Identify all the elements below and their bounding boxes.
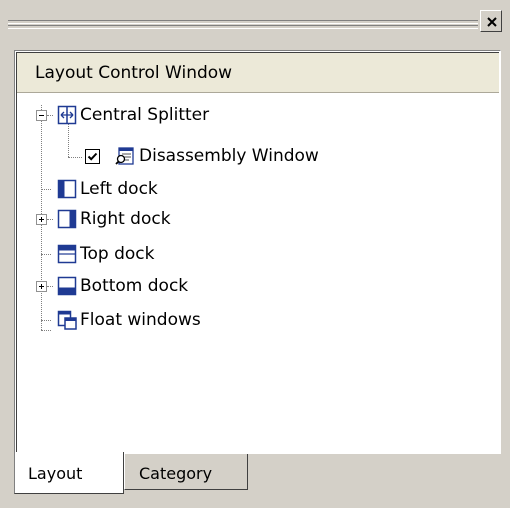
- tree-item-top-dock[interactable]: Top dock: [80, 244, 154, 264]
- bottom-dock-expander[interactable]: [36, 281, 47, 292]
- tree-item-central-splitter[interactable]: Central Splitter: [80, 105, 209, 125]
- close-button[interactable]: [480, 10, 502, 32]
- checkmark-icon: [87, 152, 98, 161]
- left-dock-icon: [57, 179, 77, 199]
- splitter-icon: [57, 105, 77, 125]
- right-dock-icon: [57, 209, 77, 229]
- central-splitter-expander[interactable]: [36, 110, 47, 121]
- tab-layout-label: Layout: [28, 464, 83, 483]
- float-windows-icon: [57, 310, 77, 330]
- close-icon: [487, 17, 497, 27]
- panel-title: Layout Control Window: [35, 63, 233, 83]
- disassembly-window-icon: [115, 147, 134, 165]
- toolbar-grip[interactable]: [8, 20, 478, 30]
- bottom-dock-icon: [57, 276, 77, 296]
- tab-layout[interactable]: Layout: [14, 452, 124, 494]
- right-dock-expander[interactable]: [36, 214, 47, 225]
- tree-item-float-windows[interactable]: Float windows: [80, 310, 201, 330]
- tab-category[interactable]: Category: [124, 454, 248, 490]
- tree-item-left-dock[interactable]: Left dock: [80, 179, 158, 199]
- disassembly-window-checkbox[interactable]: [85, 149, 100, 164]
- tree-item-bottom-dock[interactable]: Bottom dock: [80, 276, 188, 296]
- tree-item-disassembly-window[interactable]: Disassembly Window: [139, 146, 319, 166]
- layout-tree: Central Splitter Disassembly Window Left…: [17, 93, 499, 452]
- layout-control-panel: Layout Control Window Central Splitter D…: [14, 50, 501, 454]
- tab-category-label: Category: [139, 464, 213, 483]
- panel-header: Layout Control Window: [17, 53, 499, 93]
- top-dock-icon: [57, 244, 77, 264]
- tree-item-right-dock[interactable]: Right dock: [80, 209, 171, 229]
